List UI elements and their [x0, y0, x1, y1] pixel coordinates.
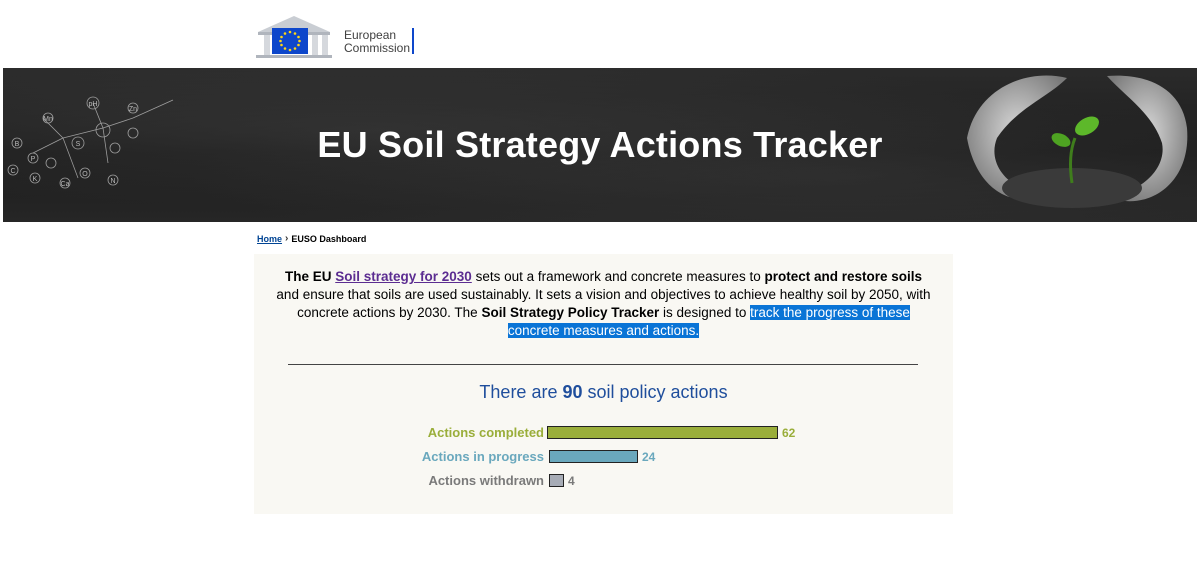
summary-suffix: soil policy actions	[582, 382, 728, 402]
breadcrumb-current: EUSO Dashboard	[291, 233, 367, 244]
intro-bold-2: Soil Strategy Policy Tracker	[481, 305, 660, 320]
summary-count: 90	[562, 382, 583, 402]
bar-row-withdrawn: Actions withdrawn 4	[254, 473, 953, 489]
intro-text-2: sets out a framework and concrete measur…	[471, 269, 765, 284]
summary-prefix: There are	[479, 382, 563, 402]
svg-text:Ca: Ca	[61, 181, 70, 188]
actions-summary: There are 90 soil policy actions	[254, 382, 953, 403]
european-commission-logo[interactable]: European Commission	[254, 12, 424, 58]
breadcrumb-home-link[interactable]: Home	[257, 234, 282, 244]
intro-text-4: is designed to	[659, 305, 751, 320]
bar-value-withdrawn: 4	[568, 474, 575, 488]
bar-row-in-progress: Actions in progress 24	[254, 449, 953, 465]
logo-accent-bar	[412, 28, 414, 54]
page-title: EU Soil Strategy Actions Tracker	[317, 124, 883, 165]
chevron-right-icon: ›	[285, 233, 289, 244]
intro-text-1: The EU	[284, 269, 336, 284]
bar-completed[interactable]	[547, 426, 778, 439]
divider	[288, 364, 918, 365]
bar-in-progress[interactable]	[549, 450, 638, 463]
breadcrumb: Home › EUSO Dashboard	[257, 233, 366, 244]
content-panel: The EU Soil strategy for 2030 sets out a…	[254, 254, 953, 514]
bar-label-withdrawn: Actions withdrawn	[428, 473, 544, 488]
soil-strategy-link[interactable]: Soil strategy for 2030	[335, 269, 472, 284]
bar-value-completed: 62	[782, 426, 796, 440]
logo-text-line2: Commission	[344, 41, 411, 55]
svg-text:O: O	[82, 171, 88, 178]
bar-value-in-progress: 24	[642, 450, 656, 464]
bar-label-completed: Actions completed	[427, 425, 544, 440]
svg-text:pH: pH	[89, 101, 98, 108]
ec-logo-graphic	[256, 16, 332, 58]
logo-text: European Commission	[344, 29, 410, 55]
intro-bold-1: protect and restore soils	[764, 269, 922, 284]
svg-text:N: N	[110, 178, 115, 185]
intro-paragraph: The EU Soil strategy for 2030 sets out a…	[276, 268, 931, 340]
svg-text:K: K	[33, 176, 38, 183]
svg-text:Zn: Zn	[129, 106, 137, 113]
bar-row-completed: Actions completed 62	[254, 425, 953, 441]
hero-banner: BPK CSO N Ca Mn pH Zn EU Soil Strategy Acti…	[3, 68, 1197, 222]
svg-text:C: C	[10, 168, 15, 175]
svg-text:Mn: Mn	[43, 116, 53, 123]
bar-label-in-progress: Actions in progress	[421, 449, 544, 464]
bar-withdrawn[interactable]	[549, 474, 564, 487]
